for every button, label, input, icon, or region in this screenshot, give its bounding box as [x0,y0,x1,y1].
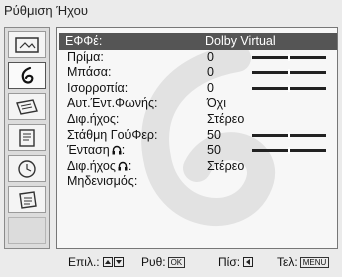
setting-slider[interactable] [252,69,326,77]
setting-row[interactable]: Ισορροπία: 0 [61,80,335,96]
setting-slider[interactable] [252,147,326,155]
sidebar [4,27,50,249]
setting-slider[interactable] [252,131,326,139]
headphones-icon [112,146,122,155]
setting-value: Στέρεο [207,112,245,126]
sound-icon [21,66,34,84]
ok-key: OK [167,257,186,268]
slider-knob[interactable] [288,147,290,155]
menu-window: Ρύθμιση Ήχου ΕΦΦέ: Dolby Virtual Πρίμα: 0 Μπ… [0,0,342,277]
setting-row[interactable]: Διφ.ήχος: Στέρεο [61,111,335,127]
setting-label: Ισορροπία: [67,80,128,96]
setting-row[interactable]: Αυτ.Έντ.Φωνής: Όχι [61,95,335,111]
sidebar-item-setup[interactable] [8,186,46,213]
setting-label-text: Ένταση [67,143,110,158]
setting-row[interactable]: Στάθμη ΓούΦερ: 50 [61,127,335,143]
setting-label-text: Μπάσα: [67,65,112,80]
setting-row[interactable]: Διφ.ήχος: Στέρεο [61,158,335,174]
setting-value: 0 [207,49,214,64]
setting-label-text: Στάθμη ΓούΦερ: [67,127,158,142]
setting-label: Διφ.ήχος: [67,111,119,127]
menu-title: Ρύθμιση Ήχου [4,3,88,18]
setting-label: Πρίμα: [67,49,104,65]
setting-value: Dolby Virtual [205,34,276,48]
picture-icon [15,36,39,53]
sidebar-item-sound[interactable] [8,62,46,89]
footer-back: Πίσ: [218,252,254,272]
setting-value: 50 [207,143,221,158]
setting-label: Μπάσα: [67,64,112,80]
setting-value: 50 [207,127,221,142]
setting-row[interactable]: Πρίμα: 0 [61,49,335,65]
sidebar-item-picture[interactable] [8,31,46,58]
setting-value: 0 [207,65,214,80]
slider-knob[interactable] [288,53,290,61]
setting-row[interactable]: Ένταση: 50 [61,142,335,158]
menu-key: MENU [299,257,330,268]
setup-icon [19,190,37,209]
headphones-icon [118,161,128,171]
footer-set-label: Ρυθ: [141,255,166,269]
setting-value: Στέρεο [207,158,245,173]
sidebar-item-features[interactable] [8,124,46,151]
slider-knob[interactable] [288,131,290,139]
setting-label-suffix: : [127,158,132,173]
up-down-arrows-icon [102,257,124,267]
timer-icon [18,159,36,178]
setting-label-text: Μηδενισμός: [67,174,138,189]
features-icon [19,128,35,147]
setting-label: Μηδενισμός: [67,173,137,189]
footer-exit: Τελ: MENU [277,252,330,272]
slider-knob[interactable] [288,84,290,92]
footer-help: Επιλ.: Ρυθ: OK Πίσ: Τελ: MENU [56,252,338,272]
footer-exit-label: Τελ: [277,255,298,269]
setting-slider[interactable] [252,53,326,61]
setting-label: Διφ.ήχος: [67,158,131,174]
setting-row[interactable]: Μπάσα: 0 [61,64,335,80]
slider-knob[interactable] [288,69,290,77]
setting-label-text: Αυτ.Έντ.Φωνής: [67,96,158,111]
setting-label: Στάθμη ΓούΦερ: [67,127,158,143]
setting-value: Όχι [207,96,227,111]
setting-label-text: Διφ.ήχος [67,158,116,173]
setting-label: Αυτ.Έντ.Φωνής: [67,95,157,111]
footer-select: Επιλ.: [68,252,125,272]
footer-set: Ρυθ: OK [141,252,186,272]
setting-row[interactable]: Μηδενισμός: [61,173,335,189]
sidebar-item-timer[interactable] [8,155,46,182]
left-arrow-key-icon [243,257,254,267]
setting-label-text: Ισορροπία: [67,80,129,95]
footer-back-label: Πίσ: [218,255,241,269]
setting-label-text: Πρίμα: [67,49,104,64]
setting-label: Ένταση: [67,142,125,158]
setting-label-text: Διφ.ήχος: [67,112,120,126]
setting-slider[interactable] [252,84,326,92]
sidebar-item-empty [8,217,46,244]
setting-label-suffix: : [121,143,126,158]
setting-label: ΕΦΦέ: [65,33,102,49]
sidebar-item-screen[interactable] [8,93,46,120]
setting-label-text: ΕΦΦέ: [65,34,103,48]
settings-panel: ΕΦΦέ: Dolby Virtual Πρίμα: 0 Μπάσα: 0 Ισορροπί… [56,27,338,249]
footer-select-label: Επιλ.: [68,255,100,269]
setting-value: 0 [207,80,214,95]
setting-row[interactable]: ΕΦΦέ: Dolby Virtual [59,33,337,50]
screen-icon [16,98,38,115]
